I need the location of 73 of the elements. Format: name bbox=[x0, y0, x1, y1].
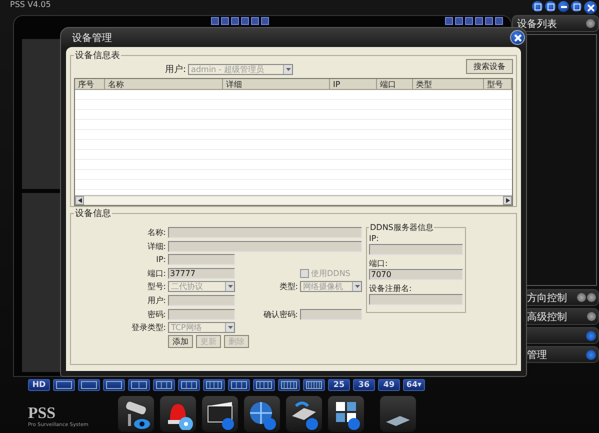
column-header[interactable]: 型号 bbox=[484, 79, 512, 90]
column-header[interactable]: 类型 bbox=[413, 79, 484, 90]
column-header[interactable]: 详细 bbox=[223, 79, 330, 90]
logo-text: PSS bbox=[28, 406, 57, 422]
layout-button[interactable] bbox=[278, 379, 300, 392]
column-header[interactable]: 名称 bbox=[105, 79, 223, 90]
field-label: 型号: bbox=[146, 281, 166, 292]
layout-button[interactable] bbox=[153, 379, 175, 392]
column-header[interactable]: IP bbox=[330, 79, 377, 90]
user-label: 用户: bbox=[165, 64, 186, 76]
layout-button[interactable] bbox=[128, 379, 150, 392]
horizontal-scrollbar[interactable] bbox=[75, 195, 512, 205]
input-field[interactable] bbox=[369, 294, 463, 305]
layout-button[interactable]: 25 bbox=[328, 379, 350, 392]
plus-icon[interactable] bbox=[586, 19, 595, 28]
panel-header[interactable]: 设备列表 bbox=[512, 15, 599, 32]
input-field[interactable]: 37777 bbox=[168, 268, 235, 279]
scroll-left-button[interactable] bbox=[75, 196, 84, 205]
right-arrow-icon[interactable] bbox=[506, 198, 510, 203]
minimize-icon[interactable] bbox=[558, 1, 569, 12]
panel-label: 高级控制 bbox=[527, 310, 567, 324]
layout-button[interactable] bbox=[53, 379, 75, 392]
group-title: 设备信息 bbox=[74, 208, 112, 220]
field-label: 设备注册名: bbox=[369, 283, 413, 294]
plus-icon[interactable] bbox=[587, 312, 596, 321]
restore-icon[interactable] bbox=[571, 1, 582, 12]
field-label: 用户: bbox=[146, 294, 166, 306]
dialog-title: 设备管理 bbox=[72, 32, 112, 44]
field-label: 密码: bbox=[146, 308, 166, 320]
layout-button[interactable]: 49 bbox=[378, 379, 400, 392]
left-arrow-icon[interactable] bbox=[78, 198, 82, 203]
layout-button[interactable] bbox=[228, 379, 250, 392]
field-label: 端口: bbox=[146, 268, 166, 279]
layout-button[interactable] bbox=[78, 379, 100, 392]
input-field[interactable]: 7070 bbox=[369, 269, 463, 280]
layout-button[interactable] bbox=[178, 379, 200, 392]
layout-button[interactable]: 36 bbox=[353, 379, 375, 392]
scroll-right-button[interactable] bbox=[503, 196, 512, 205]
layout-button[interactable] bbox=[253, 379, 275, 392]
group-title: 设备信息表 bbox=[74, 50, 121, 62]
column-header[interactable]: 端口 bbox=[377, 79, 413, 90]
checkbox-label: 使用DDNS bbox=[311, 268, 350, 279]
input-field[interactable] bbox=[168, 240, 362, 252]
minus-icon[interactable] bbox=[577, 293, 586, 302]
field-label: IP: bbox=[369, 233, 380, 244]
input-field[interactable] bbox=[168, 227, 362, 238]
input-field[interactable] bbox=[168, 254, 235, 266]
input-field[interactable] bbox=[168, 294, 235, 306]
layout-button[interactable] bbox=[203, 379, 225, 392]
input-field[interactable] bbox=[369, 244, 463, 255]
search-device-button[interactable]: 搜索设备 bbox=[466, 59, 513, 74]
close-icon[interactable] bbox=[584, 1, 597, 14]
layout-button[interactable] bbox=[303, 379, 325, 392]
input-field[interactable] bbox=[168, 308, 235, 320]
panel-label: 方向控制 bbox=[527, 292, 567, 304]
action-button[interactable]: 添加 bbox=[168, 334, 193, 348]
plus-icon[interactable] bbox=[587, 293, 596, 302]
field-label: 名称: bbox=[146, 227, 166, 238]
group-title: DDNS服务器信息 bbox=[369, 222, 434, 233]
layout-button[interactable] bbox=[103, 379, 125, 392]
field-label: 详细: bbox=[146, 240, 166, 252]
field-label: 端口: bbox=[369, 258, 389, 269]
panel-title: 设备列表 bbox=[517, 18, 557, 30]
field-label: IP: bbox=[155, 255, 166, 264]
field-label: 确认密码: bbox=[262, 308, 298, 320]
layout-button[interactable]: 64▾ bbox=[403, 379, 425, 392]
input-field[interactable] bbox=[300, 308, 362, 320]
app-title: PSS V4.05 bbox=[10, 0, 51, 10]
field-label: 登录类型: bbox=[130, 322, 166, 334]
panel-label: 管理 bbox=[527, 348, 547, 362]
column-header[interactable]: 序号 bbox=[75, 79, 105, 90]
layout-button[interactable]: HD bbox=[28, 379, 50, 392]
field-label: 类型: bbox=[278, 281, 298, 292]
